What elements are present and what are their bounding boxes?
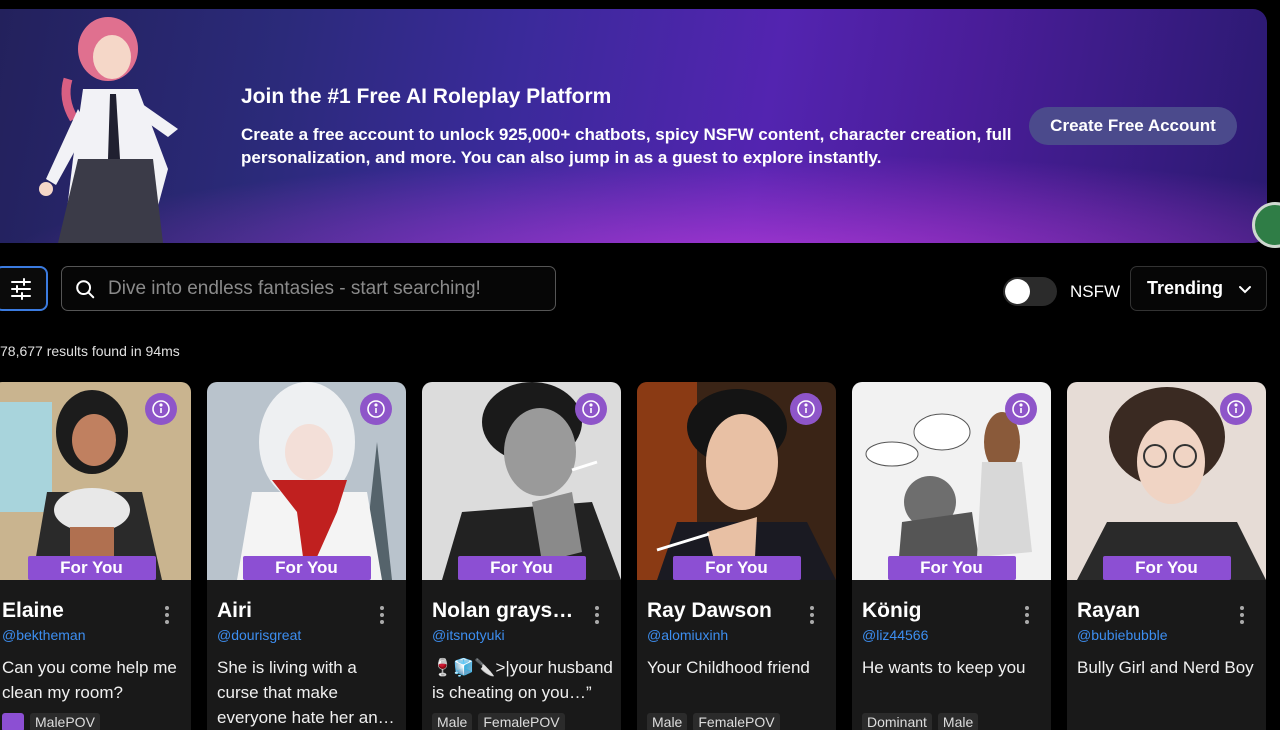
character-description: Can you come help me clean my room?: [2, 658, 177, 702]
info-button[interactable]: [790, 393, 822, 425]
tag-list: Male FemalePOV: [647, 713, 780, 730]
tag[interactable]: FemalePOV: [693, 713, 780, 730]
for-you-badge: For You: [242, 556, 371, 580]
character-description: Bully Girl and Nerd Boy: [1077, 658, 1254, 677]
more-options-icon[interactable]: [380, 606, 384, 624]
for-you-badge: For You: [672, 556, 801, 580]
character-card[interactable]: For You Ray Dawson @alomiuxinh Your Chil…: [637, 382, 836, 730]
tag[interactable]: Male: [647, 713, 688, 730]
tag[interactable]: Male: [432, 713, 473, 730]
more-options-icon[interactable]: [1025, 606, 1029, 624]
search-icon: [76, 279, 95, 298]
tag[interactable]: MalePOV: [30, 713, 100, 730]
more-options-icon[interactable]: [165, 606, 169, 624]
character-card[interactable]: For You Nolan grays… @itsnotyuki 🍷🧊🔪>|yo…: [422, 382, 621, 730]
creator-handle[interactable]: @dourisgreat: [217, 627, 301, 643]
sort-value: Trending: [1147, 278, 1223, 298]
creator-handle[interactable]: @liz44566: [862, 627, 928, 643]
info-button[interactable]: [1220, 393, 1252, 425]
sort-dropdown[interactable]: Trending: [1130, 266, 1267, 311]
creator-handle[interactable]: @bektheman: [2, 627, 85, 643]
info-icon: [367, 400, 385, 418]
info-icon: [1012, 400, 1030, 418]
character-description: He wants to keep you: [862, 658, 1026, 677]
character-card-grid: For You Elaine @bektheman Can you come h…: [0, 382, 1280, 730]
character-card[interactable]: For You Rayan @bubiebubble Bully Girl an…: [1067, 382, 1266, 730]
banner-title: Join the #1 Free AI Roleplay Platform: [241, 85, 612, 108]
info-button[interactable]: [575, 393, 607, 425]
banner-character-illustration: [39, 17, 178, 243]
info-icon: [152, 400, 170, 418]
info-icon: [1227, 400, 1245, 418]
character-name: Rayan: [1077, 599, 1141, 622]
tag[interactable]: Male: [937, 713, 979, 730]
character-description: 🍷🧊🔪>|your husband is cheating on you…”: [432, 658, 613, 702]
character-name: Elaine: [2, 599, 64, 622]
character-card[interactable]: For You Airi @dourisgreat She is living …: [207, 382, 406, 730]
creator-handle[interactable]: @bubiebubble: [1077, 627, 1168, 643]
nsfw-toggle[interactable]: [1003, 277, 1057, 306]
info-button[interactable]: [360, 393, 392, 425]
character-description: Your Childhood friend: [647, 658, 810, 677]
tag[interactable]: FemalePOV: [478, 713, 565, 730]
filter-button[interactable]: [0, 266, 48, 311]
image-tag-icon: [2, 713, 24, 730]
tag-list: Male FemalePOV: [432, 713, 565, 730]
character-name: Airi: [217, 599, 253, 622]
character-description: She is living with a curse that make eve…: [217, 658, 395, 727]
chevron-down-icon: [1239, 285, 1251, 293]
info-button[interactable]: [1005, 393, 1037, 425]
more-options-icon[interactable]: [1240, 606, 1244, 624]
for-you-badge: For You: [1102, 556, 1231, 580]
character-name: Ray Dawson: [647, 599, 772, 622]
tag-list: Dominant Male: [862, 713, 979, 730]
toggle-knob: [1005, 279, 1030, 304]
info-button[interactable]: [145, 393, 177, 425]
character-card[interactable]: For You Elaine @bektheman Can you come h…: [0, 382, 191, 730]
for-you-badge: For You: [887, 556, 1016, 580]
character-card[interactable]: For You König @liz44566 He wants to keep…: [852, 382, 1051, 730]
sliders-icon: [11, 277, 31, 300]
search-bar: [61, 266, 556, 311]
search-input[interactable]: [108, 277, 555, 300]
promo-banner: Join the #1 Free AI Roleplay Platform Cr…: [0, 9, 1267, 243]
more-options-icon[interactable]: [810, 606, 814, 624]
tag-list: MalePOV: [2, 713, 100, 730]
creator-handle[interactable]: @alomiuxinh: [647, 627, 728, 643]
character-name: König: [862, 599, 922, 622]
create-free-account-button[interactable]: Create Free Account: [1029, 107, 1237, 145]
tag[interactable]: Dominant: [862, 713, 932, 730]
info-icon: [582, 400, 600, 418]
nsfw-label: NSFW: [1070, 282, 1121, 301]
creator-handle[interactable]: @itsnotyuki: [432, 627, 505, 643]
info-icon: [797, 400, 815, 418]
for-you-badge: For You: [27, 556, 156, 580]
for-you-badge: For You: [457, 556, 586, 580]
banner-description: Create a free account to unlock 925,000+…: [241, 125, 1012, 167]
character-name: Nolan grays…: [432, 599, 574, 622]
results-count: 78,677 results found in 94ms: [0, 343, 180, 359]
more-options-icon[interactable]: [595, 606, 599, 624]
